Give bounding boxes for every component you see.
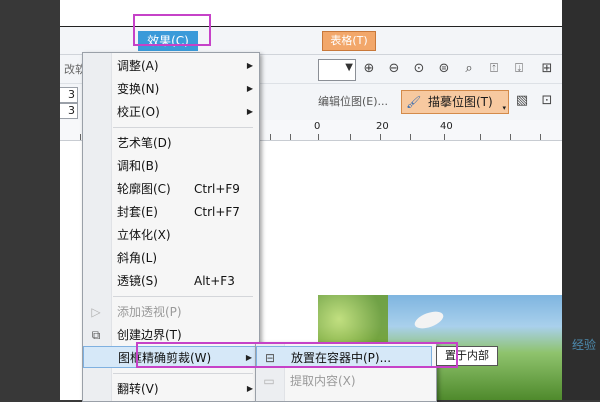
menu-item-contour[interactable]: 轮廓图(C) Ctrl+F9 <box>83 178 259 200</box>
zoom-selected-icon[interactable]: ⊙ <box>410 60 428 78</box>
perspective-icon: ▷ <box>91 305 101 319</box>
boundary-icon: ⧉ <box>91 328 101 342</box>
menu-item-shortcut: Ctrl+F7 <box>194 205 240 219</box>
menu-item-label: 变换(N) <box>117 82 160 96</box>
zoom-width-icon[interactable]: ⍐ <box>485 60 503 78</box>
partial-text-2 <box>60 61 70 79</box>
menu-item-adjust[interactable]: 调整(A) ▶ <box>83 55 259 77</box>
menu-item-bevel[interactable]: 斜角(L) <box>83 247 259 269</box>
menu-item-label: 透镜(S) <box>117 274 158 288</box>
menu-table[interactable]: 表格(T) <box>322 31 376 51</box>
left-background <box>0 0 60 400</box>
menu-item-label: 调和(B) <box>117 159 159 173</box>
zoom-out-icon[interactable]: ⊖ <box>385 60 403 78</box>
menu-item-label: 轮廓图(C) <box>117 182 171 196</box>
chevron-down-icon: ▼ <box>345 62 353 73</box>
zoom-in-icon[interactable]: ⊕ <box>360 60 378 78</box>
trace-bitmap-label: 描摹位图(T) <box>428 95 493 109</box>
menu-item-add-perspective: ▷ 添加透视(P) <box>83 301 259 323</box>
pan-icon[interactable]: ⊞ <box>538 60 556 78</box>
trace-icon: 🖌 <box>406 95 422 109</box>
menu-item-label: 提取内容(X) <box>290 374 356 388</box>
submenu-arrow-icon: ▶ <box>246 107 253 116</box>
menu-separator <box>113 296 253 297</box>
menu-item-label: 艺术笔(D) <box>117 136 172 150</box>
menu-item-artistic-media[interactable]: 艺术笔(D) <box>83 132 259 154</box>
powerclip-annotation-box <box>136 342 458 368</box>
zoom-height-icon[interactable]: ⍗ <box>510 60 528 78</box>
crop-bitmap-icon[interactable]: ⊡ <box>538 92 556 110</box>
watermark: 经验 <box>571 338 596 352</box>
effects-annotation-box <box>133 14 211 46</box>
edit-bitmap-button[interactable]: 编辑位图(E)... <box>318 92 388 112</box>
scale-x-field[interactable]: 3 <box>60 87 78 103</box>
menu-item-label: 校正(O) <box>117 105 160 119</box>
menu-item-label: 调整(A) <box>117 59 159 73</box>
menu-item-label: 立体化(X) <box>117 228 171 242</box>
zoom-all-icon[interactable]: ⊜ <box>435 60 453 78</box>
menu-item-flip[interactable]: 翻转(V) ▶ <box>83 378 259 400</box>
menu-item-blend[interactable]: 调和(B) <box>83 155 259 177</box>
submenu-arrow-icon: ▶ <box>246 384 253 393</box>
ruler-label: 20 <box>376 121 389 132</box>
trace-bitmap-button[interactable]: 🖌 描摹位图(T) ▾ <box>401 90 509 114</box>
menu-item-shortcut: Alt+F3 <box>194 274 235 288</box>
menu-item-envelope[interactable]: 封套(E) Ctrl+F7 <box>83 201 259 223</box>
menu-item-label: 翻转(V) <box>117 382 159 396</box>
menu-item-label: 封套(E) <box>117 205 158 219</box>
zoom-page-icon[interactable]: ⌕ <box>460 60 478 78</box>
menu-item-extrude[interactable]: 立体化(X) <box>83 224 259 246</box>
menu-item-label: 添加透视(P) <box>117 305 182 319</box>
extract-contents-icon: ▭ <box>263 374 275 388</box>
bird-shape <box>412 308 446 332</box>
bitmap-effect-icon[interactable]: ▧ <box>513 92 531 110</box>
ruler-label: 0 <box>314 121 321 132</box>
zoom-combo[interactable]: ▼ <box>318 59 356 81</box>
ruler-label: 40 <box>440 121 453 132</box>
menu-item-label: 斜角(L) <box>117 251 158 265</box>
chevron-down-icon: ▾ <box>502 104 506 112</box>
menu-item-correct[interactable]: 校正(O) ▶ <box>83 101 259 123</box>
menu-separator <box>113 373 253 374</box>
menu-item-transform[interactable]: 变换(N) ▶ <box>83 78 259 100</box>
menu-separator <box>113 127 253 128</box>
submenu-arrow-icon: ▶ <box>246 84 253 93</box>
scale-y-field[interactable]: 3 <box>60 103 78 119</box>
menu-item-shortcut: Ctrl+F9 <box>194 182 240 196</box>
menu-item-extract-contents: ▭ 提取内容(X) <box>256 370 432 392</box>
submenu-arrow-icon: ▶ <box>246 61 253 70</box>
menu-item-lens[interactable]: 透镜(S) Alt+F3 <box>83 270 259 292</box>
